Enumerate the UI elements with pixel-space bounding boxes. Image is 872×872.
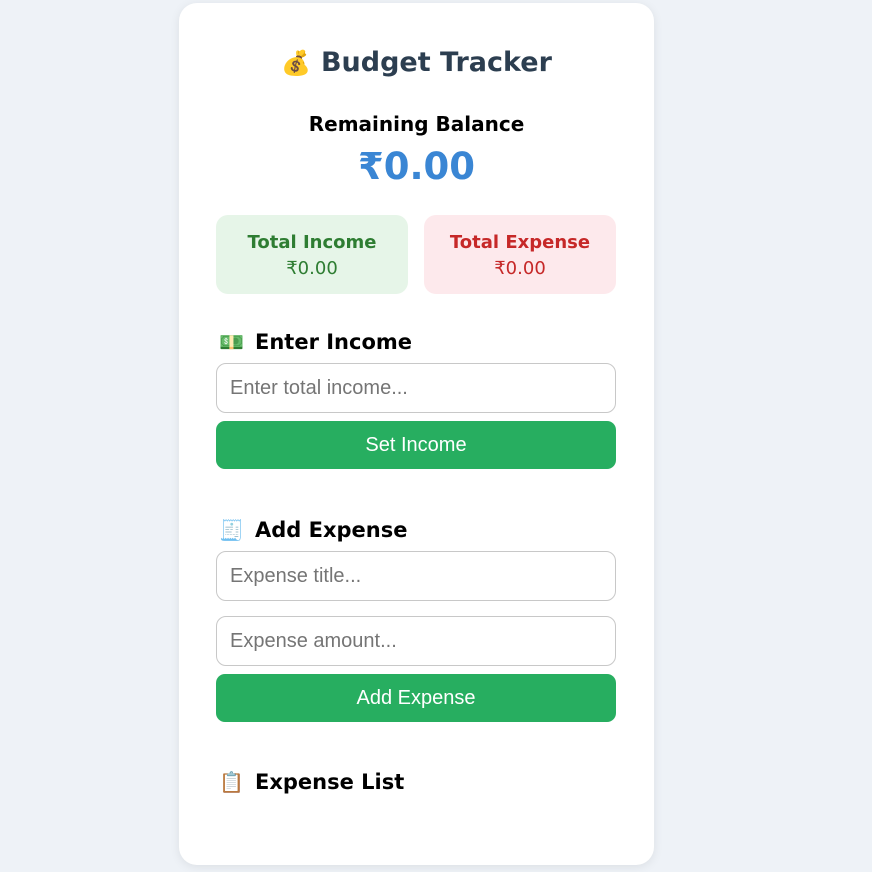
receipt-icon: 🧾 <box>219 518 244 542</box>
total-income-value: ₹0.00 <box>286 258 338 279</box>
budget-card: 💰 Budget Tracker Remaining Balance ₹0.00 … <box>179 3 654 865</box>
total-expense-label: Total Expense <box>449 232 591 253</box>
income-section-heading: 💵 Enter Income <box>219 330 412 354</box>
expense-amount-input[interactable] <box>216 616 616 666</box>
expense-section-heading: 🧾 Add Expense <box>219 518 408 542</box>
total-expense-card: Total Expense ₹0.00 <box>424 215 616 294</box>
expense-list-heading-text: Expense List <box>255 770 405 794</box>
expense-list-heading: 📋 Expense List <box>219 770 404 794</box>
add-expense-button[interactable]: Add Expense <box>216 674 616 722</box>
total-income-label: Total Income <box>247 232 377 253</box>
banknote-icon: 💵 <box>219 330 244 354</box>
money-bag-icon: 💰 <box>281 49 311 77</box>
page-title: 💰 Budget Tracker <box>179 47 654 78</box>
income-input[interactable] <box>216 363 616 413</box>
income-heading-text: Enter Income <box>255 330 413 354</box>
title-text: Budget Tracker <box>320 47 552 78</box>
balance-label: Remaining Balance <box>308 112 525 136</box>
total-expense-value: ₹0.00 <box>494 258 546 279</box>
expense-title-input[interactable] <box>216 551 616 601</box>
clipboard-icon: 📋 <box>219 770 244 794</box>
total-income-card: Total Income ₹0.00 <box>216 215 408 294</box>
balance-value: ₹0.00 <box>357 145 476 188</box>
set-income-button[interactable]: Set Income <box>216 421 616 469</box>
expense-heading-text: Add Expense <box>255 518 408 542</box>
